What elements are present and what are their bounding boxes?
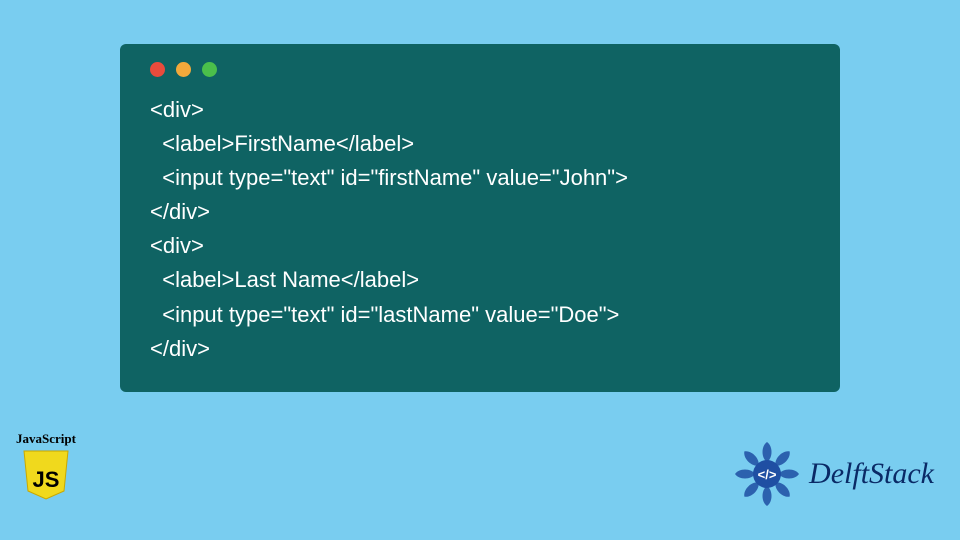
js-letters: JS [33, 467, 60, 492]
code-block: <div> <label>FirstName</label> <input ty… [144, 93, 816, 366]
code-line: <input type="text" id="firstName" value=… [150, 165, 628, 190]
code-window: <div> <label>FirstName</label> <input ty… [120, 44, 840, 392]
code-line: </div> [150, 199, 210, 224]
delftstack-text: DelftStack [809, 457, 934, 491]
code-line: <div> [150, 97, 204, 122]
delftstack-logo: </> DelftStack [731, 438, 934, 510]
minimize-icon [176, 62, 191, 77]
delftstack-icon: </> [731, 438, 803, 510]
javascript-label: JavaScript [10, 431, 82, 447]
code-line: <label>Last Name</label> [150, 267, 419, 292]
maximize-icon [202, 62, 217, 77]
code-line: <div> [150, 233, 204, 258]
window-controls [144, 62, 816, 77]
code-line: </div> [150, 336, 210, 361]
js-shield-icon: JS [22, 449, 70, 501]
close-icon [150, 62, 165, 77]
svg-text:</>: </> [758, 467, 777, 482]
javascript-badge: JavaScript JS [10, 431, 82, 506]
code-line: <label>FirstName</label> [150, 131, 414, 156]
code-line: <input type="text" id="lastName" value="… [150, 302, 619, 327]
